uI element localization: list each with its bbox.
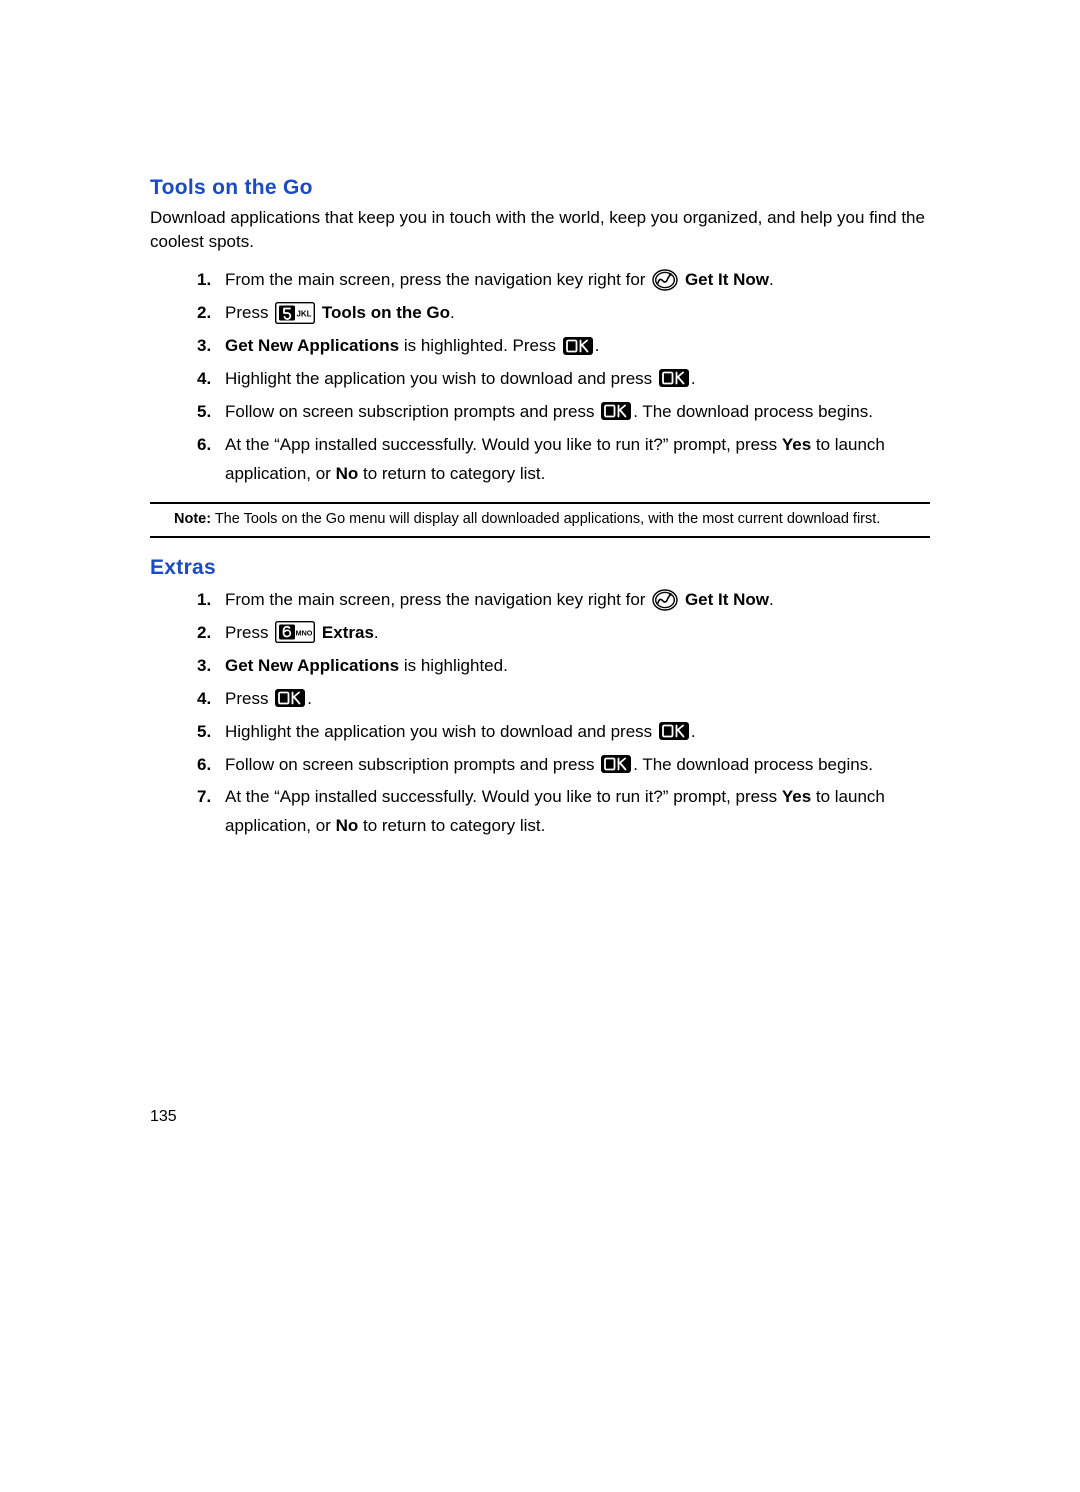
page-number: 135	[150, 1108, 177, 1126]
step-text: Highlight the application you wish to do…	[225, 369, 657, 388]
step-item: Press Tools on the Go.	[225, 299, 930, 328]
step-text: .	[769, 270, 774, 289]
ok-key-icon	[275, 689, 305, 707]
step-bold: Extras	[322, 623, 374, 642]
step-text: .	[691, 722, 696, 741]
step-text: Press	[225, 303, 273, 322]
step-item: From the main screen, press the navigati…	[225, 586, 930, 615]
ok-key-icon	[601, 402, 631, 420]
step-text: At the “App installed successfully. Woul…	[225, 787, 782, 806]
step-item: Press .	[225, 685, 930, 714]
key-6mno-icon	[275, 621, 315, 643]
divider	[150, 536, 930, 538]
step-text: .	[374, 623, 379, 642]
step-item: Highlight the application you wish to do…	[225, 718, 930, 747]
manual-page: Tools on the Go Download applications th…	[0, 0, 1080, 1492]
intro-paragraph: Download applications that keep you in t…	[150, 206, 930, 254]
step-text: . The download process begins.	[633, 755, 873, 774]
step-text: .	[307, 689, 312, 708]
step-bold: Tools on the Go	[322, 303, 450, 322]
step-text: .	[595, 336, 600, 355]
step-bold: Get New Applications	[225, 336, 399, 355]
extras-steps-list: From the main screen, press the navigati…	[150, 586, 930, 841]
step-bold: Get It Now	[685, 270, 769, 289]
note-label: Note:	[174, 511, 211, 527]
heading-extras: Extras	[150, 556, 930, 580]
heading-tools-on-the-go: Tools on the Go	[150, 176, 930, 200]
step-text: to return to category list.	[358, 464, 545, 483]
step-bold: Get New Applications	[225, 656, 399, 675]
step-text: is highlighted.	[399, 656, 508, 675]
step-text: .	[450, 303, 455, 322]
ok-key-icon	[659, 369, 689, 387]
step-text: Press	[225, 689, 273, 708]
step-bold: No	[336, 816, 359, 835]
step-item: Get New Applications is highlighted.	[225, 652, 930, 681]
step-bold: Yes	[782, 435, 811, 454]
step-item: From the main screen, press the navigati…	[225, 266, 930, 295]
step-bold: Get It Now	[685, 590, 769, 609]
step-item: At the “App installed successfully. Woul…	[225, 431, 930, 489]
get-it-now-icon	[652, 269, 678, 291]
step-text: Follow on screen subscription prompts an…	[225, 402, 599, 421]
step-text: .	[769, 590, 774, 609]
step-item: Press Extras.	[225, 619, 930, 648]
step-text: . The download process begins.	[633, 402, 873, 421]
step-text: From the main screen, press the navigati…	[225, 270, 650, 289]
step-text: At the “App installed successfully. Woul…	[225, 435, 782, 454]
step-item: At the “App installed successfully. Woul…	[225, 783, 930, 841]
ok-key-icon	[601, 755, 631, 773]
tools-steps-list: From the main screen, press the navigati…	[150, 266, 930, 488]
step-text: Follow on screen subscription prompts an…	[225, 755, 599, 774]
divider	[150, 502, 930, 504]
note-block: Note: The Tools on the Go menu will disp…	[174, 510, 930, 530]
step-item: Follow on screen subscription prompts an…	[225, 751, 930, 780]
step-text: From the main screen, press the navigati…	[225, 590, 650, 609]
step-text: is highlighted. Press	[399, 336, 561, 355]
note-text: The Tools on the Go menu will display al…	[211, 511, 880, 527]
step-item: Highlight the application you wish to do…	[225, 365, 930, 394]
ok-key-icon	[563, 337, 593, 355]
key-5jkl-icon	[275, 302, 315, 324]
get-it-now-icon	[652, 589, 678, 611]
step-bold: No	[336, 464, 359, 483]
step-text: to return to category list.	[358, 816, 545, 835]
step-text: Press	[225, 623, 273, 642]
step-item: Follow on screen subscription prompts an…	[225, 398, 930, 427]
step-text: .	[691, 369, 696, 388]
ok-key-icon	[659, 722, 689, 740]
step-bold: Yes	[782, 787, 811, 806]
step-item: Get New Applications is highlighted. Pre…	[225, 332, 930, 361]
step-text: Highlight the application you wish to do…	[225, 722, 657, 741]
